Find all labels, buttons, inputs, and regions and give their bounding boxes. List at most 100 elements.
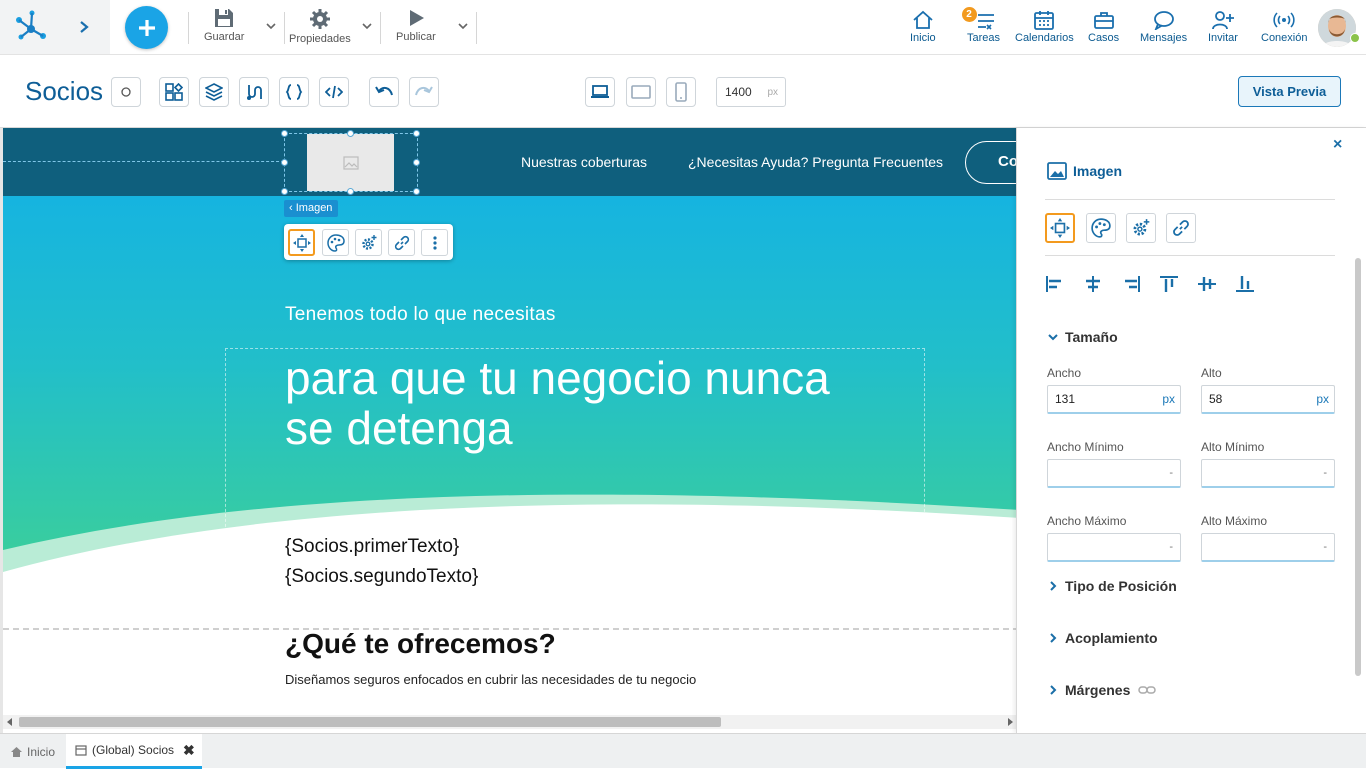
scroll-left-icon[interactable] xyxy=(6,718,14,726)
min-width-field[interactable]: - xyxy=(1047,459,1181,488)
app-logo-icon[interactable] xyxy=(14,9,48,43)
tablet-view-button[interactable] xyxy=(626,77,656,107)
size-position-button[interactable] xyxy=(288,229,315,256)
layers-icon xyxy=(205,83,223,101)
canvas-width-input[interactable]: 1400 px xyxy=(716,77,786,107)
body-text-first[interactable]: {Socios.primerTexto} xyxy=(285,536,459,558)
chevron-right-icon[interactable] xyxy=(76,17,92,37)
body-text-second[interactable]: {Socios.segundoTexto} xyxy=(285,566,478,588)
flow-button[interactable] xyxy=(239,77,269,107)
resize-handle[interactable] xyxy=(281,130,288,137)
resize-handle[interactable] xyxy=(281,159,288,166)
nav-invite[interactable]: Invitar xyxy=(1208,10,1238,44)
close-icon[interactable]: × xyxy=(1333,136,1342,154)
site-contact-button[interactable]: Co xyxy=(965,141,1016,184)
resize-handle[interactable] xyxy=(413,130,420,137)
size-section-label: Tamaño xyxy=(1065,329,1118,345)
max-height-value: - xyxy=(1323,541,1327,553)
panel-size-position-button[interactable] xyxy=(1045,213,1075,243)
site-nav-link-coverages[interactable]: Nuestras coberturas xyxy=(521,154,647,170)
properties-button[interactable]: Propiedades xyxy=(289,8,351,48)
save-options-chevron-icon[interactable] xyxy=(265,20,277,32)
hero-kicker-text[interactable]: Tenemos todo lo que necesitas xyxy=(285,304,556,326)
panel-scrollbar[interactable] xyxy=(1355,258,1361,676)
alignment-guide xyxy=(3,161,284,162)
resize-handle[interactable] xyxy=(281,188,288,195)
more-options-button[interactable] xyxy=(421,229,448,256)
min-height-field[interactable]: - xyxy=(1201,459,1335,488)
canvas-width-unit: px xyxy=(767,86,778,98)
nav-connection-label: Conexión xyxy=(1261,32,1308,44)
offer-subtitle[interactable]: Diseñamos seguros enfocados en cubrir la… xyxy=(285,672,696,687)
publish-options-chevron-icon[interactable] xyxy=(457,20,469,32)
nav-connection[interactable]: Conexión xyxy=(1261,10,1307,44)
tab-global-socios[interactable]: (Global) Socios ✖ xyxy=(66,734,202,769)
resize-handle[interactable] xyxy=(413,159,420,166)
max-width-field[interactable]: - xyxy=(1047,533,1181,562)
scroll-right-icon[interactable] xyxy=(1006,718,1014,726)
components-button[interactable] xyxy=(159,77,189,107)
nav-cases[interactable]: Casos xyxy=(1088,10,1119,44)
align-bottom-icon[interactable] xyxy=(1235,275,1255,293)
docking-section-header[interactable]: Acoplamiento xyxy=(1047,630,1158,646)
home-icon xyxy=(11,746,22,757)
size-section-header[interactable]: Tamaño xyxy=(1047,329,1118,345)
code-button[interactable] xyxy=(319,77,349,107)
page-title: Socios xyxy=(25,76,104,106)
calendar-icon xyxy=(1034,11,1055,30)
canvas-width-value: 1400 xyxy=(725,85,752,99)
tab-home[interactable]: Inicio xyxy=(10,734,55,769)
position-type-section-header[interactable]: Tipo de Posición xyxy=(1047,578,1177,594)
panel-link-button[interactable] xyxy=(1166,213,1196,243)
desktop-view-button[interactable] xyxy=(585,77,615,107)
hero-title[interactable]: para que tu negocio nunca se detenga xyxy=(285,353,845,453)
page-status-button[interactable] xyxy=(111,77,141,107)
resize-handle[interactable] xyxy=(347,130,354,137)
bottom-tab-bar: Inicio (Global) Socios ✖ xyxy=(0,733,1366,769)
link-button[interactable] xyxy=(388,229,415,256)
offer-title[interactable]: ¿Qué te ofrecemos? xyxy=(285,628,556,660)
image-placeholder[interactable] xyxy=(307,134,394,191)
design-canvas[interactable]: Nuestras coberturas ¿Necesitas Ayuda? Pr… xyxy=(0,128,1016,733)
layers-button[interactable] xyxy=(199,77,229,107)
nav-messages[interactable]: Mensajes xyxy=(1140,10,1187,44)
align-center-horizontal-icon[interactable] xyxy=(1083,275,1103,293)
panel-style-button[interactable] xyxy=(1086,213,1116,243)
height-field[interactable]: 58 px xyxy=(1201,385,1335,414)
top-bar: Guardar Propiedades Publicar Inicio 2 Ta… xyxy=(0,0,1366,55)
scrollbar-thumb[interactable] xyxy=(19,717,721,727)
style-button[interactable] xyxy=(322,229,349,256)
horizontal-scrollbar[interactable] xyxy=(3,715,1016,729)
add-button[interactable] xyxy=(125,6,168,49)
redo-button[interactable] xyxy=(409,77,439,107)
mobile-view-button[interactable] xyxy=(666,77,696,107)
site-nav-link-faq[interactable]: ¿Necesitas Ayuda? Pregunta Frecuentes xyxy=(688,154,943,170)
align-top-icon[interactable] xyxy=(1159,275,1179,293)
margins-section-header[interactable]: Márgenes xyxy=(1047,682,1162,698)
max-height-field[interactable]: - xyxy=(1201,533,1335,562)
link-chain-icon[interactable] xyxy=(1138,685,1157,695)
panel-advanced-settings-button[interactable] xyxy=(1126,213,1156,243)
align-left-icon[interactable] xyxy=(1045,275,1065,293)
properties-options-chevron-icon[interactable] xyxy=(361,20,373,32)
publish-button[interactable]: Publicar xyxy=(396,8,436,48)
resize-handle[interactable] xyxy=(413,188,420,195)
nav-tasks[interactable]: 2 Tareas xyxy=(961,7,1000,44)
tasks-badge: 2 xyxy=(961,7,977,22)
max-width-label: Ancho Máximo xyxy=(1047,514,1127,528)
advanced-settings-button[interactable] xyxy=(355,229,382,256)
width-field[interactable]: 131 px xyxy=(1047,385,1181,414)
variables-button[interactable] xyxy=(279,77,309,107)
resize-handle[interactable] xyxy=(347,188,354,195)
selected-element-tag[interactable]: ‹ Imagen xyxy=(284,200,339,217)
close-tab-icon[interactable]: ✖ xyxy=(183,742,195,759)
chevron-down-icon xyxy=(1048,334,1058,341)
nav-home[interactable]: Inicio xyxy=(910,10,936,44)
align-center-vertical-icon[interactable] xyxy=(1197,275,1217,293)
tablet-icon xyxy=(631,85,651,99)
undo-button[interactable] xyxy=(369,77,399,107)
nav-calendars[interactable]: Calendarios xyxy=(1015,10,1074,44)
align-right-icon[interactable] xyxy=(1121,275,1141,293)
save-button[interactable]: Guardar xyxy=(204,8,244,48)
preview-button[interactable]: Vista Previa xyxy=(1238,76,1341,107)
